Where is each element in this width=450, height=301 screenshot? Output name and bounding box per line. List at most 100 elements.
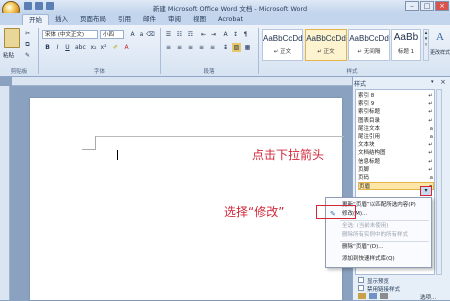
- quick-style-normal[interactable]: AaBbCcDd ↵ 正文: [305, 29, 347, 61]
- style-list-item[interactable]: 信息标题 ↵: [358, 158, 434, 166]
- menu-item-4[interactable]: 删除“页眉”(D)...: [342, 243, 383, 251]
- line-spacing-icon[interactable]: ↨: [221, 43, 230, 52]
- strikethrough-icon[interactable]: abc: [75, 43, 86, 52]
- text-cursor: [117, 150, 118, 160]
- ribbon-separator: [160, 28, 161, 74]
- tab-4[interactable]: 邮件: [137, 14, 162, 25]
- quick-style-normal-left[interactable]: AaBbCcDd ↵ 正文: [262, 29, 303, 61]
- styles-scrollbar[interactable]: [436, 89, 442, 275]
- style-label: ↵ 正文: [273, 49, 292, 55]
- highlight-icon[interactable]: ✐: [111, 43, 120, 52]
- menu-item-5[interactable]: 添加到快速样式库(Q): [342, 255, 395, 263]
- manage-styles-icon[interactable]: [380, 293, 388, 299]
- borders-icon[interactable]: ▦: [243, 43, 252, 52]
- undo-icon[interactable]: [35, 2, 43, 10]
- style-list-item[interactable]: 文档结构图 ↵: [358, 149, 434, 157]
- underline-icon[interactable]: U: [63, 43, 72, 52]
- style-type-icon: ↵: [428, 158, 433, 165]
- vertical-ruler[interactable]: [0, 86, 10, 300]
- shrink-font-icon[interactable]: a: [137, 30, 146, 39]
- paragraph-group-label: 段落: [203, 69, 215, 75]
- style-list-item[interactable]: 文本块 ↵: [358, 141, 434, 149]
- close-icon[interactable]: ×: [435, 1, 449, 11]
- menu-item-3[interactable]: 删除所有实例中的所有样式: [342, 231, 408, 239]
- subscript-icon[interactable]: x₂: [89, 43, 98, 52]
- close-icon[interactable]: ×: [440, 78, 446, 86]
- tab-6[interactable]: 视图: [187, 14, 212, 25]
- italic-icon[interactable]: I: [53, 43, 62, 52]
- numbering-icon[interactable]: ☷: [175, 30, 184, 39]
- bullets-icon[interactable]: ☰: [164, 30, 173, 39]
- tab-7[interactable]: Acrobat: [212, 14, 249, 25]
- style-type-icon: ↵: [428, 150, 433, 157]
- new-style-icon[interactable]: [358, 293, 366, 299]
- style-list-item[interactable]: 尾注引用 a: [358, 133, 434, 141]
- style-preview: AaBbCcDd: [306, 34, 346, 43]
- clear-format-icon[interactable]: ⌫: [146, 30, 155, 39]
- style-list-item[interactable]: 页脚 ↵: [358, 166, 434, 174]
- show-preview-checkbox[interactable]: [358, 277, 364, 283]
- window-title: 新建 Microsoft Office Word 文档 - Microsoft …: [152, 5, 308, 13]
- font-group-label: 字体: [93, 69, 105, 75]
- superscript-icon[interactable]: x²: [99, 43, 108, 52]
- quick-style-heading1[interactable]: AaBb 标题 1: [391, 29, 421, 61]
- style-list-item[interactable]: 索引 9 ↵: [358, 100, 434, 108]
- style-type-icon: ↵: [428, 166, 433, 173]
- grow-font-icon[interactable]: A: [128, 30, 137, 39]
- tab-0[interactable]: 开始: [22, 14, 49, 25]
- header-margin-line: [96, 136, 344, 137]
- font-name-combo[interactable]: 宋体 (中文正文): [42, 30, 98, 39]
- font-size-combo[interactable]: 小四: [100, 30, 124, 39]
- show-marks-icon[interactable]: ¶: [241, 30, 250, 39]
- style-list-item[interactable]: 尾注文本 a: [358, 125, 434, 133]
- style-list-item-label: 文本块: [358, 142, 375, 149]
- align-right-icon[interactable]: ≡: [186, 43, 195, 52]
- copy-icon[interactable]: ⧉: [23, 40, 32, 49]
- style-dropdown-arrow-icon[interactable]: ▾: [420, 186, 432, 196]
- sort-icon[interactable]: ↕: [231, 30, 240, 39]
- change-styles-button[interactable]: 更改样式: [430, 49, 450, 56]
- style-preview: AaBbCcDd: [263, 34, 303, 43]
- style-list-item[interactable]: 页码 a: [358, 174, 434, 182]
- tab-5[interactable]: 审阅: [162, 14, 187, 25]
- tab-3[interactable]: 引用: [112, 14, 137, 25]
- align-center-icon[interactable]: ≡: [175, 43, 184, 52]
- horizontal-ruler[interactable]: [12, 77, 352, 86]
- shading-icon[interactable]: ▨: [232, 43, 241, 52]
- style-list-item[interactable]: 图表目录 ↵: [358, 117, 434, 125]
- align-left-icon[interactable]: ≡: [164, 43, 173, 52]
- font-color-icon[interactable]: A: [122, 43, 131, 52]
- styles-scroll[interactable]: ▴ ▾ ▿: [423, 29, 429, 61]
- disable-linked-checkbox[interactable]: [358, 285, 364, 291]
- quick-style-no-spacing[interactable]: AaBbCcDd ↵ 无间隔: [348, 29, 390, 61]
- menu-item-2[interactable]: 全选: (当前未使用): [342, 222, 388, 230]
- bold-icon[interactable]: B: [43, 43, 52, 52]
- style-type-icon: a: [429, 175, 433, 181]
- ribbon: 粘贴 ✂ ⧉ ✎ 剪贴板 宋体 (中文正文) 小四 A a ⌫ B I U ab…: [0, 25, 450, 77]
- increase-indent-icon[interactable]: ⇥: [209, 30, 218, 39]
- paste-button[interactable]: 粘贴: [3, 51, 14, 59]
- maximize-icon[interactable]: □: [420, 1, 434, 11]
- pane-options-icon[interactable]: ▾: [431, 79, 434, 85]
- cut-icon[interactable]: ✂: [23, 29, 32, 38]
- document-page[interactable]: [30, 98, 342, 300]
- style-type-icon: ↵: [428, 101, 433, 108]
- redo-icon[interactable]: [46, 2, 54, 10]
- paste-icon[interactable]: [4, 28, 20, 48]
- change-styles-icon[interactable]: A: [432, 31, 448, 47]
- save-icon[interactable]: [24, 2, 32, 10]
- tab-1[interactable]: 插入: [49, 14, 74, 25]
- decrease-indent-icon[interactable]: ⇤: [199, 30, 208, 39]
- tab-2[interactable]: 页面布局: [74, 14, 112, 25]
- distributed-icon[interactable]: ≡: [208, 43, 217, 52]
- style-list-item[interactable]: 索引 8 ↵: [358, 92, 434, 100]
- style-list-item[interactable]: 索引标题 ↵: [358, 108, 434, 116]
- chinese-layout-icon[interactable]: A: [221, 30, 230, 39]
- format-painter-icon[interactable]: ✎: [23, 51, 32, 60]
- style-list-item-label: 页码: [358, 175, 370, 181]
- minimize-icon[interactable]: –: [405, 1, 419, 11]
- multilevel-list-icon[interactable]: ☶: [186, 30, 195, 39]
- style-type-icon: ↵: [428, 142, 433, 149]
- style-inspector-icon[interactable]: [369, 293, 377, 299]
- justify-icon[interactable]: ≡: [197, 43, 206, 52]
